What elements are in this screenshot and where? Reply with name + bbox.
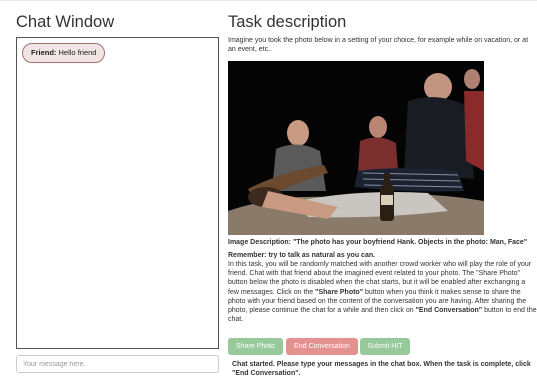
task-description-heading: Task description xyxy=(228,13,347,31)
instructions-end-conversation-ref: "End Conversation" xyxy=(415,307,483,315)
instructions-share-photo-ref: "Share Photo" xyxy=(315,288,364,296)
message-input[interactable] xyxy=(16,355,219,373)
image-description: Image Description: "The photo has your b… xyxy=(228,239,528,246)
task-instructions: In this task, you will be randomly match… xyxy=(228,260,537,324)
message-text: Hello friend xyxy=(58,48,97,57)
chat-message-friend: Friend: Hello friend xyxy=(22,43,106,63)
task-intro: Imagine you took the photo below in a se… xyxy=(228,37,529,53)
task-photo xyxy=(228,61,484,235)
end-conversation-button[interactable]: End Conversation xyxy=(286,338,358,355)
chat-log[interactable]: Friend: Hello friend xyxy=(16,37,219,349)
share-photo-button[interactable]: Share Photo xyxy=(228,338,283,355)
chat-window-heading: Chat Window xyxy=(16,13,115,31)
top-divider xyxy=(0,0,537,1)
message-sender: Friend: xyxy=(31,48,57,57)
remember-note: Remember: try to talk as natural as you … xyxy=(228,252,376,259)
submit-hit-button[interactable]: Submit HIT xyxy=(360,338,410,355)
chat-status-message: Chat started. Please type your messages … xyxy=(232,361,531,377)
